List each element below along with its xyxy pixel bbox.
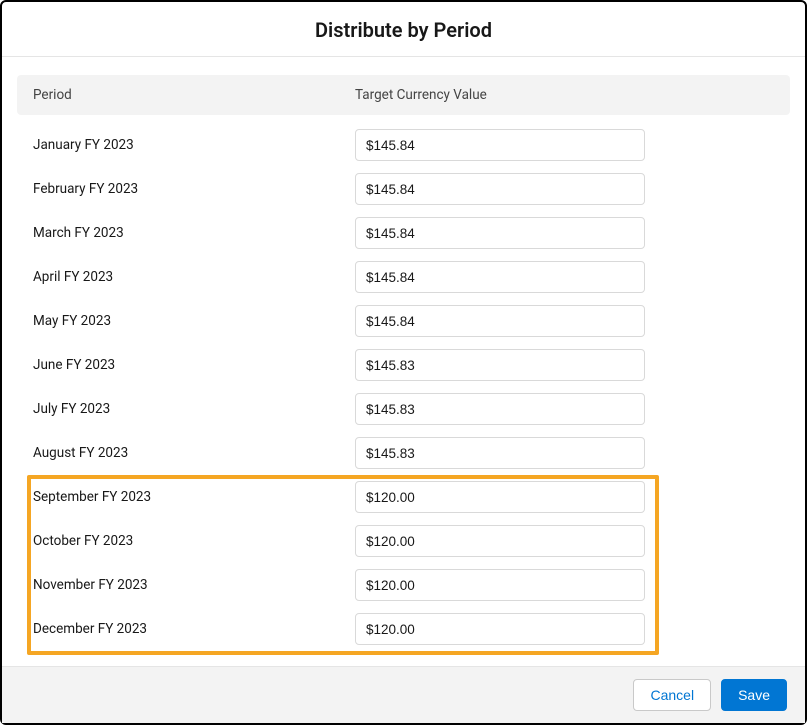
- value-input[interactable]: [355, 393, 645, 425]
- period-label: September FY 2023: [33, 489, 355, 505]
- value-input[interactable]: [355, 261, 645, 293]
- value-input[interactable]: [355, 437, 645, 469]
- value-input[interactable]: [355, 129, 645, 161]
- table-row: June FY 2023: [17, 343, 790, 387]
- period-label: January FY 2023: [33, 137, 355, 153]
- period-label: November FY 2023: [33, 577, 355, 593]
- table-row: July FY 2023: [17, 387, 790, 431]
- period-label: October FY 2023: [33, 533, 355, 549]
- value-input[interactable]: [355, 613, 645, 645]
- period-label: April FY 2023: [33, 269, 355, 285]
- modal-body: Period Target Currency Value January FY …: [2, 57, 805, 651]
- table-header: Period Target Currency Value: [17, 75, 790, 115]
- period-label: August FY 2023: [33, 445, 355, 461]
- period-label: December FY 2023: [33, 621, 355, 637]
- table-row: May FY 2023: [17, 299, 790, 343]
- value-input[interactable]: [355, 173, 645, 205]
- table-row: September FY 2023: [17, 475, 790, 519]
- table-rows: January FY 2023 February FY 2023 March F…: [17, 123, 790, 651]
- period-label: March FY 2023: [33, 225, 355, 241]
- table-row: October FY 2023: [17, 519, 790, 563]
- column-header-value: Target Currency Value: [355, 87, 774, 103]
- period-label: February FY 2023: [33, 181, 355, 197]
- value-input[interactable]: [355, 305, 645, 337]
- period-label: July FY 2023: [33, 401, 355, 417]
- value-input[interactable]: [355, 217, 645, 249]
- table-row: August FY 2023: [17, 431, 790, 475]
- value-input[interactable]: [355, 525, 645, 557]
- value-input[interactable]: [355, 481, 645, 513]
- modal-title: Distribute by Period: [2, 18, 805, 42]
- table-row: January FY 2023: [17, 123, 790, 167]
- table-row: April FY 2023: [17, 255, 790, 299]
- table-row: February FY 2023: [17, 167, 790, 211]
- value-input[interactable]: [355, 569, 645, 601]
- table-row: November FY 2023: [17, 563, 790, 607]
- period-label: June FY 2023: [33, 357, 355, 373]
- modal-footer: Cancel Save: [2, 666, 805, 723]
- table-row: March FY 2023: [17, 211, 790, 255]
- table-row: December FY 2023: [17, 607, 790, 651]
- cancel-button[interactable]: Cancel: [633, 679, 711, 711]
- save-button[interactable]: Save: [721, 679, 787, 711]
- period-label: May FY 2023: [33, 313, 355, 329]
- modal-header: Distribute by Period: [2, 2, 805, 57]
- column-header-period: Period: [33, 87, 355, 103]
- value-input[interactable]: [355, 349, 645, 381]
